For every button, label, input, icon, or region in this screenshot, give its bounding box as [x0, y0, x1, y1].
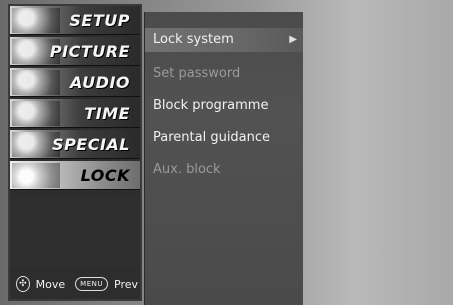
- main-menu-sidebar: SETUP PICTURE AUDIO TIME SPECIAL LOCK ✣ …: [8, 4, 142, 301]
- sidebar-footer-hints: ✣ Move MENU Prev: [16, 275, 138, 293]
- tab-audio-label: AUDIO: [70, 73, 130, 92]
- submenu-item-aux-block[interactable]: Aux. block: [153, 158, 303, 180]
- chevron-right-icon: ▶: [289, 33, 297, 45]
- time-icon: [12, 101, 60, 126]
- submenu-item-parental-guidance[interactable]: Parental guidance: [153, 126, 303, 148]
- submenu-item-label: Parental guidance: [153, 129, 271, 145]
- submenu-item-set-password[interactable]: Set password: [153, 62, 303, 84]
- submenu-item-block-programme[interactable]: Block programme: [153, 94, 303, 116]
- main-menu-tabs: SETUP PICTURE AUDIO TIME SPECIAL LOCK: [10, 6, 140, 192]
- tab-special-label: SPECIAL: [52, 135, 130, 154]
- menu-key-icon: MENU: [75, 277, 108, 291]
- tab-setup-label: SETUP: [69, 11, 130, 30]
- tab-audio[interactable]: AUDIO: [10, 68, 140, 97]
- submenu-item-label: Set password: [153, 65, 241, 81]
- prev-hint-label: Prev: [114, 277, 138, 291]
- submenu-item-label: Block programme: [153, 97, 269, 113]
- audio-icon: [12, 70, 60, 95]
- tab-time[interactable]: TIME: [10, 99, 140, 128]
- tab-special[interactable]: SPECIAL: [10, 130, 140, 159]
- move-icon: ✣: [16, 276, 30, 292]
- setup-icon: [12, 8, 60, 33]
- submenu-item-lock-system[interactable]: Lock system ▶: [153, 28, 303, 50]
- tv-screen-background: SETUP PICTURE AUDIO TIME SPECIAL LOCK ✣ …: [0, 0, 453, 305]
- tab-lock[interactable]: LOCK: [10, 161, 140, 190]
- tab-lock-label: LOCK: [80, 166, 130, 185]
- tab-setup[interactable]: SETUP: [10, 6, 140, 35]
- sidebar-empty-area: [10, 198, 140, 268]
- tab-picture[interactable]: PICTURE: [10, 37, 140, 66]
- move-hint-label: Move: [35, 277, 66, 291]
- tab-time-label: TIME: [84, 104, 130, 123]
- lock-submenu: Lock system ▶ Set password Block program…: [144, 12, 303, 305]
- tab-picture-label: PICTURE: [49, 42, 130, 61]
- submenu-item-label: Aux. block: [153, 161, 221, 177]
- lock-icon: [12, 163, 60, 188]
- submenu-item-label: Lock system: [153, 31, 234, 47]
